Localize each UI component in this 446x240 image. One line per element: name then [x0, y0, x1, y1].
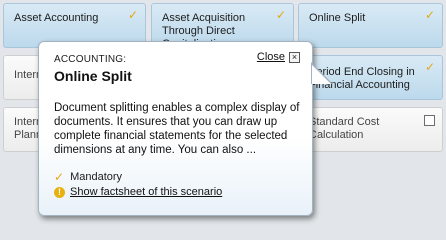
popup-title: Online Split	[54, 68, 132, 84]
tile-standard-cost[interactable]: Standard Cost Calculation	[298, 107, 443, 152]
tile-label: Standard Cost Calculation	[309, 116, 380, 141]
popup-pointer-fill	[312, 65, 331, 84]
factsheet-link[interactable]: Show factsheet of this scenario	[70, 186, 222, 198]
check-icon: ✓	[275, 8, 286, 22]
popup-description: Document splitting enables a complex dis…	[54, 102, 300, 156]
mandatory-label: Mandatory	[70, 171, 123, 183]
close-icon[interactable]: ×	[289, 51, 300, 63]
close-control[interactable]: Close ×	[257, 51, 300, 63]
check-icon: ✓	[424, 8, 435, 22]
scenario-popup: ACCOUNTING: Online Split Close × Documen…	[38, 41, 333, 216]
check-icon: ✓	[54, 170, 65, 184]
checkbox-icon[interactable]	[424, 115, 435, 126]
check-icon: ✓	[127, 8, 138, 22]
factsheet-row[interactable]: ! Show factsheet of this scenario	[54, 186, 222, 198]
info-icon: !	[54, 186, 65, 198]
tile-label: Online Split	[309, 12, 366, 24]
popup-category: ACCOUNTING:	[54, 54, 127, 65]
tile-online-split[interactable]: Online Split ✓	[298, 3, 443, 48]
close-link[interactable]: Close	[257, 51, 285, 63]
mandatory-indicator: ✓ Mandatory	[54, 170, 122, 184]
tile-label: Asset Accounting	[14, 12, 99, 24]
check-icon: ✓	[424, 60, 435, 74]
